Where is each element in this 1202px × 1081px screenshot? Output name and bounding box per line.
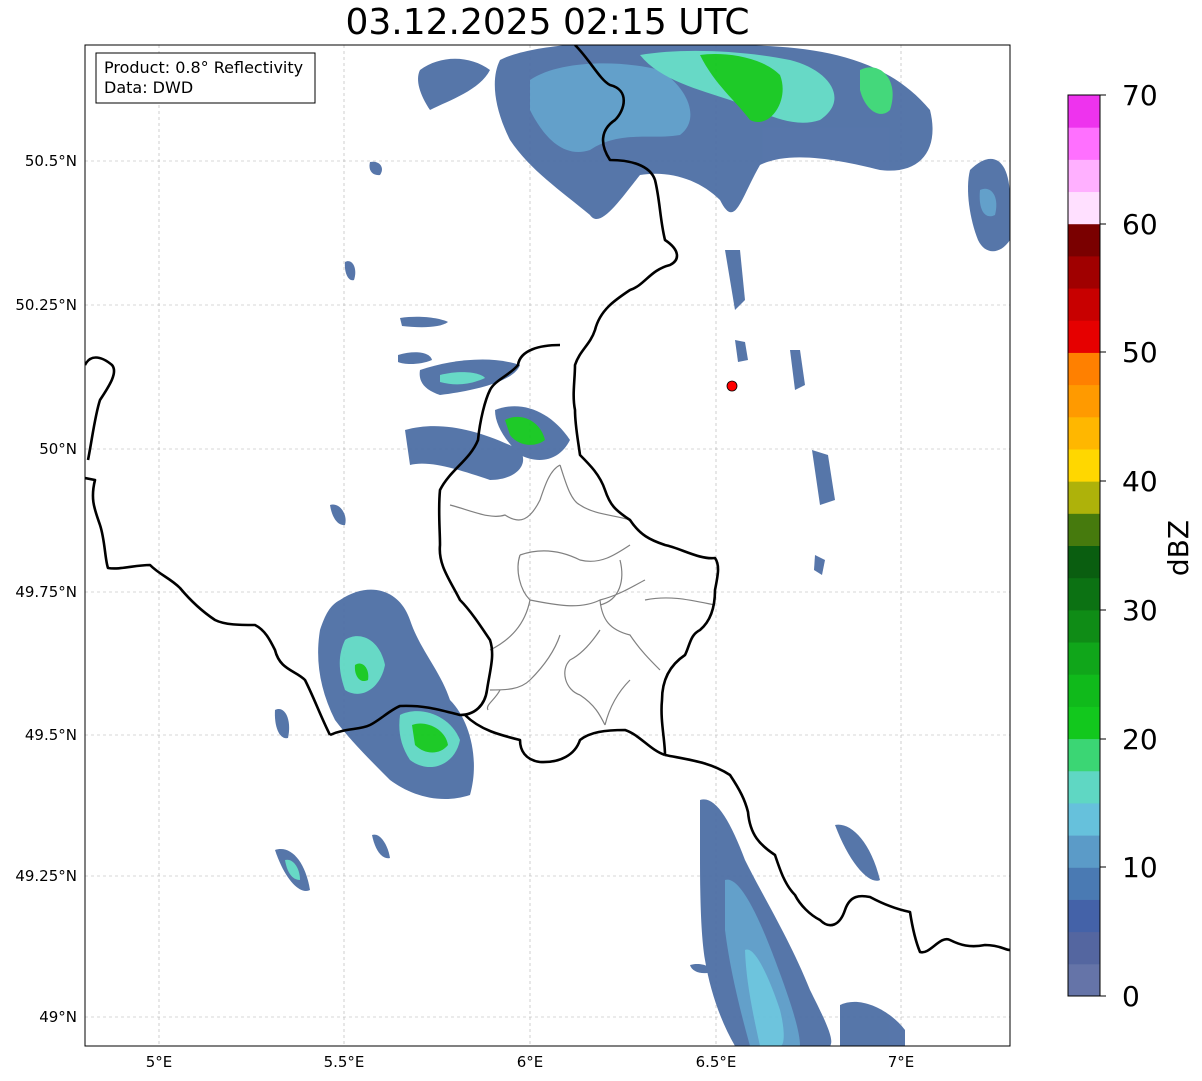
colorbar-bin (1068, 288, 1100, 321)
colorbar-bin (1068, 867, 1100, 900)
colorbar-bin (1068, 835, 1100, 868)
colorbar-bin (1068, 706, 1100, 740)
lat-label: 49.5°N (25, 726, 77, 744)
lat-label: 50°N (39, 440, 77, 458)
colorbar-bin (1068, 609, 1100, 643)
colorbar-bin (1068, 770, 1100, 804)
colorbar-tick-labels: 0 10 20 30 40 50 60 70 (1122, 79, 1158, 1013)
colorbar-bin (1068, 931, 1100, 965)
lat-label: 49°N (39, 1008, 77, 1026)
colorbar-tick-label: 10 (1122, 851, 1158, 884)
colorbar-bin (1068, 191, 1100, 225)
radar-site-marker (726, 380, 738, 392)
colorbar-bin (1068, 416, 1100, 450)
colorbar-tick-label: 70 (1122, 79, 1158, 112)
colorbar-unit-label: dBZ (1162, 520, 1195, 576)
colorbar-bin (1068, 352, 1100, 386)
lon-label: 7°E (888, 1053, 915, 1071)
map-plot: Product: 0.8° Reflectivity Data: DWD (84, 44, 1011, 1047)
colorbar-tick-label: 20 (1122, 723, 1158, 756)
lon-label: 5.5°E (324, 1053, 365, 1071)
latitude-labels: 50.5°N 50.25°N 50°N 49.75°N 49.5°N 49.25… (15, 152, 77, 1026)
colorbar-tick-label: 0 (1122, 980, 1140, 1013)
longitude-labels: 5°E 5.5°E 6°E 6.5°E 7°E (146, 1053, 915, 1071)
colorbar-bin (1068, 159, 1100, 193)
colorbar-bin (1068, 255, 1100, 289)
colorbar: 0 10 20 30 40 50 60 70 dBZ (1067, 79, 1195, 1013)
colorbar-tick-label: 30 (1122, 594, 1158, 627)
colorbar-bin (1068, 384, 1100, 418)
colorbar-bin (1068, 899, 1100, 933)
colorbar-bin (1068, 545, 1100, 579)
colorbar-bin (1068, 642, 1100, 675)
lon-label: 6.5°E (696, 1053, 737, 1071)
colorbar-bin (1068, 577, 1100, 611)
colorbar-bin (1068, 481, 1100, 514)
info-product-text: Product: 0.8° Reflectivity (104, 58, 303, 77)
lat-label: 49.25°N (15, 867, 77, 885)
colorbar-ticks (1100, 94, 1106, 997)
info-source-text: Data: DWD (104, 78, 193, 97)
colorbar-bin (1068, 513, 1100, 546)
colorbar-bin (1068, 963, 1100, 997)
colorbar-bin (1068, 95, 1100, 128)
colorbar-bin (1068, 802, 1100, 836)
colorbar-tick-label: 50 (1122, 336, 1158, 369)
colorbar-bin (1068, 320, 1100, 353)
lat-label: 50.25°N (15, 296, 77, 314)
colorbar-bin (1068, 674, 1100, 707)
colorbar-tick-label: 40 (1122, 465, 1158, 498)
colorbar-bin (1068, 223, 1100, 257)
lon-label: 6°E (517, 1053, 544, 1071)
colorbar-bins (1068, 95, 1100, 997)
colorbar-bin (1068, 448, 1100, 482)
lat-label: 50.5°N (25, 152, 77, 170)
lon-label: 5°E (146, 1053, 173, 1071)
lat-label: 49.75°N (15, 583, 77, 601)
info-box: Product: 0.8° Reflectivity Data: DWD (95, 52, 316, 104)
colorbar-bin (1068, 738, 1100, 772)
colorbar-tick-label: 60 (1122, 208, 1158, 241)
colorbar-bin (1068, 127, 1100, 160)
